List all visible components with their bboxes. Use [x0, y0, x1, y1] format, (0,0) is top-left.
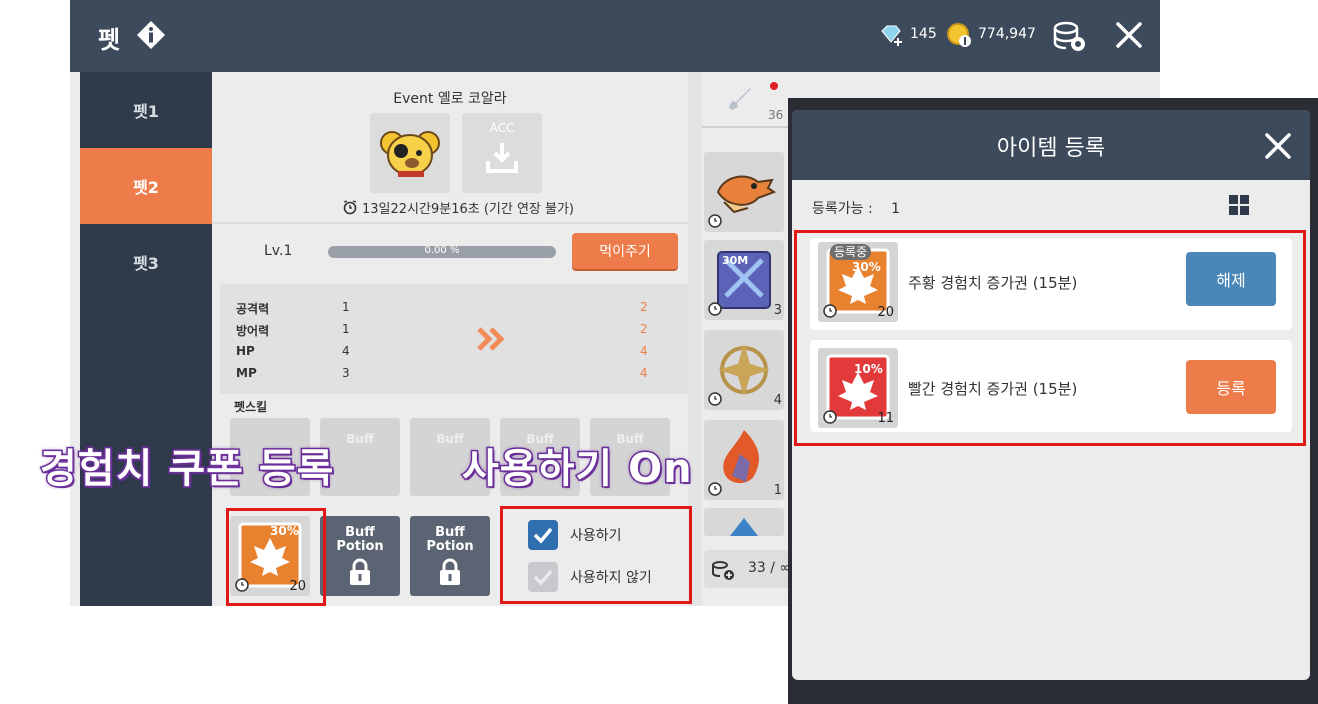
grid-view-icon[interactable]	[1228, 194, 1250, 216]
stat-current: 1	[342, 322, 350, 336]
acc-slot[interactable]: ACC	[462, 113, 542, 193]
divider	[212, 222, 688, 224]
download-icon	[486, 143, 518, 173]
inventory-tab-equip[interactable]: 36	[702, 72, 792, 128]
stat-name: MP	[236, 366, 257, 380]
acc-label: ACC	[489, 121, 515, 135]
item-count: 4	[773, 393, 782, 408]
register-available-value: 1	[891, 201, 901, 217]
modal-title: 아이템 등록	[996, 136, 1106, 161]
inventory-slot[interactable]: 1	[704, 420, 784, 500]
inventory-capacity[interactable]: 33 / ∞	[704, 550, 794, 588]
close-icon[interactable]	[1262, 130, 1294, 162]
stat-name: 공격력	[236, 302, 270, 316]
stat-current: 3	[342, 366, 350, 380]
expand-bag-icon	[712, 561, 734, 580]
koala-pet-icon	[380, 131, 440, 177]
close-icon[interactable]	[1112, 18, 1146, 52]
tab-pet1[interactable]: 펫1	[80, 72, 212, 148]
stat-next: 4	[640, 344, 648, 358]
lock-icon	[350, 558, 370, 585]
meso-count: 774,947	[978, 26, 1036, 42]
item-count: 1	[773, 483, 782, 498]
stat-next: 2	[640, 300, 648, 314]
pet-level: Lv.1	[264, 243, 293, 259]
inventory-slot[interactable]	[704, 508, 784, 536]
stat-current: 1	[342, 300, 350, 314]
screen: 펫 145 774,947 펫1 펫2 펫3 Event 옐로 코알라 ACC …	[0, 0, 1318, 704]
info-icon[interactable]	[136, 20, 166, 50]
register-available: 등록가능 : 1	[812, 198, 900, 218]
clock-icon	[708, 302, 722, 316]
coin-exchange-icon[interactable]	[1050, 18, 1088, 54]
register-available-label: 등록가능 :	[812, 201, 873, 217]
tab-pet2[interactable]: 펫2	[80, 148, 212, 224]
pet-skill-title: 펫스킬	[234, 400, 268, 414]
buff-potion-slot-locked[interactable]: Buff Potion	[410, 516, 490, 596]
caption-coupon-register: 경험치 쿠폰 등록	[38, 445, 335, 494]
buff-potion-slot-locked[interactable]: Buff Potion	[320, 516, 400, 596]
stat-current: 4	[342, 344, 350, 358]
page-title: 펫	[98, 26, 121, 54]
crystal-icon	[881, 25, 903, 47]
buff-potion-label: Potion	[426, 539, 474, 554]
modal-header: 아이템 등록	[792, 110, 1310, 180]
inventory-count-text: 33 / ∞	[748, 560, 792, 576]
inventory-slot[interactable]	[704, 152, 784, 232]
pet-name: Event 옐로 코알라	[393, 91, 507, 107]
alarm-clock-icon	[343, 200, 357, 215]
pet-portrait-slot[interactable]	[370, 113, 450, 193]
pet-timer-text: 13일22시간9분16초 (기간 연장 불가)	[362, 202, 574, 217]
crystal-count: 145	[910, 26, 937, 42]
buff-potion-label: Buff	[345, 525, 375, 540]
feed-button[interactable]: 먹이주기	[572, 233, 678, 269]
pet-header: 펫 145 774,947	[70, 0, 1160, 72]
buff-potion-label: Buff	[435, 525, 465, 540]
stat-name: HP	[236, 344, 255, 358]
highlight-use-option	[500, 506, 692, 604]
stats-panel: 공격력 1 2 방어력 1 2 HP 4 4 MP 3 4	[220, 284, 688, 394]
stat-name: 방어력	[236, 324, 270, 338]
highlight-coupon-slot	[226, 508, 326, 606]
stat-next: 4	[640, 366, 648, 380]
inventory-slot[interactable]: 4	[704, 330, 784, 410]
tab-pet3[interactable]: 펫3	[80, 224, 212, 300]
clock-icon	[708, 214, 722, 228]
sword-icon	[729, 88, 751, 110]
meso-icon	[947, 23, 971, 47]
blue-item-icon	[730, 518, 758, 536]
pet-sidebar: 펫1 펫2 펫3	[80, 72, 212, 606]
item-count: 3	[773, 303, 782, 318]
lock-icon	[440, 558, 460, 585]
clock-icon	[708, 392, 722, 406]
double-chevron-right-icon	[477, 327, 505, 351]
exp-percent-text: 0.00 %	[424, 245, 460, 256]
inventory-tab-count: 36	[768, 108, 784, 122]
notification-dot	[770, 82, 778, 90]
inventory-slot[interactable]: 30M 3	[704, 240, 784, 320]
buff-duration-badge: 30M	[722, 254, 749, 267]
clock-icon	[708, 482, 722, 496]
highlight-item-list	[794, 230, 1306, 446]
buff-potion-label: Potion	[336, 539, 384, 554]
caption-use-on: 사용하기 On	[461, 445, 694, 494]
stat-next: 2	[640, 322, 648, 336]
